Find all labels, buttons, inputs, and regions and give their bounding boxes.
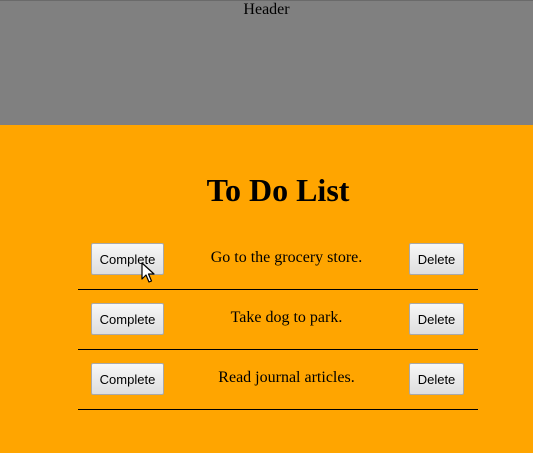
complete-button[interactable]: Complete xyxy=(91,243,164,275)
todo-text: Read journal articles. xyxy=(218,369,355,386)
delete-button[interactable]: Delete xyxy=(409,303,464,335)
todo-text: Take dog to park. xyxy=(230,309,343,326)
todo-text: Go to the grocery store. xyxy=(210,249,363,266)
todo-item: Complete Go to the grocery store. Delete xyxy=(78,230,478,290)
todo-list: Complete Go to the grocery store. Delete… xyxy=(78,230,478,410)
page-title: To Do List xyxy=(206,172,350,208)
todo-main-section: To Do List Complete Go to the grocery st… xyxy=(0,125,533,453)
todo-item: Complete Read journal articles. Delete xyxy=(78,350,478,410)
header-label: Header xyxy=(243,1,290,18)
delete-button[interactable]: Delete xyxy=(409,243,464,275)
delete-button[interactable]: Delete xyxy=(409,363,464,395)
complete-button[interactable]: Complete xyxy=(91,303,164,335)
complete-button[interactable]: Complete xyxy=(91,363,164,395)
page-header: Header xyxy=(0,0,533,125)
todo-item: Complete Take dog to park. Delete xyxy=(78,290,478,350)
